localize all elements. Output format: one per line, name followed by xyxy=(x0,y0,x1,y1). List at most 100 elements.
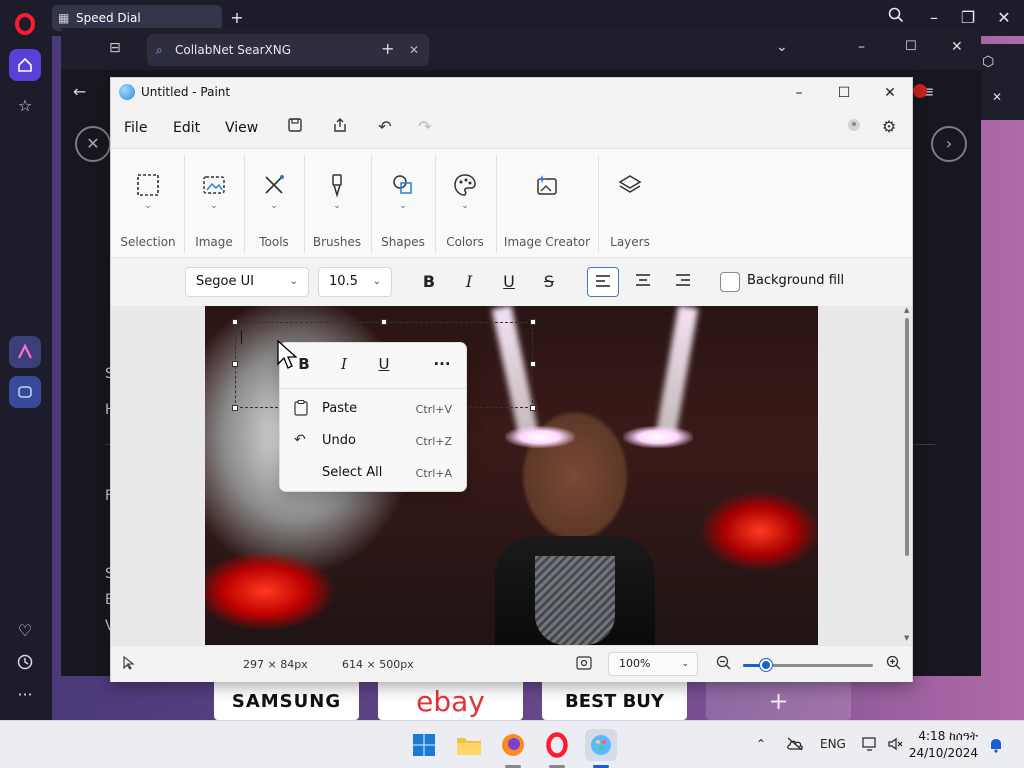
canvas-area[interactable]: ▲ ▼ xyxy=(111,306,912,645)
clock-date[interactable]: 24/10/2024 xyxy=(909,746,978,760)
dial-tile-samsung[interactable]: SAMSUNG xyxy=(214,682,359,720)
scroll-thumb[interactable] xyxy=(905,318,909,556)
clock-time[interactable]: 4:18 ከሰዓት xyxy=(918,729,978,744)
tab-archive-icon[interactable]: ⊟ xyxy=(109,40,121,56)
dial-tile-bestbuy[interactable]: BEST BUY xyxy=(542,682,687,720)
eye-glow xyxy=(505,426,575,448)
menu-edit[interactable]: Edit xyxy=(173,120,200,136)
context-italic-button[interactable]: I xyxy=(332,355,356,377)
dial-tile-ebay[interactable]: ebay xyxy=(378,682,523,720)
close-tab-icon[interactable]: ✕ xyxy=(409,34,419,66)
resize-handle[interactable] xyxy=(232,361,238,367)
history-icon[interactable] xyxy=(9,646,41,678)
onedrive-icon[interactable] xyxy=(786,737,804,754)
heart-icon[interactable]: ♡ xyxy=(9,614,41,646)
new-tab-icon[interactable]: + xyxy=(381,39,394,58)
menu-file[interactable]: File xyxy=(124,120,147,136)
volume-muted-icon[interactable] xyxy=(888,737,904,754)
page-next-icon[interactable]: › xyxy=(931,126,967,162)
context-more-button[interactable]: ··· xyxy=(430,355,454,377)
strikethrough-button[interactable]: S xyxy=(533,267,565,297)
resize-handle[interactable] xyxy=(232,319,238,325)
share-icon[interactable] xyxy=(328,117,352,139)
undo-icon[interactable]: ↶ xyxy=(373,117,397,139)
ribbon-image[interactable]: ⌄ Image xyxy=(185,149,243,259)
vertical-scrollbar[interactable]: ▲ ▼ xyxy=(904,306,910,642)
bold-button[interactable]: B xyxy=(413,267,445,297)
close-icon[interactable]: ✕ xyxy=(870,81,910,105)
network-icon[interactable] xyxy=(862,737,878,754)
notification-bell-icon[interactable] xyxy=(989,737,1003,756)
ribbon-shapes[interactable]: ⌄ Shapes xyxy=(372,149,434,259)
pointer-icon xyxy=(123,655,135,674)
zoom-in-icon[interactable] xyxy=(886,655,902,675)
aria-icon[interactable] xyxy=(9,336,41,368)
context-underline-button[interactable]: U xyxy=(372,355,396,377)
context-item-paste[interactable]: Paste Ctrl+V xyxy=(280,394,466,424)
new-tab-icon[interactable]: + xyxy=(225,6,249,30)
ribbon-selection[interactable]: ⌄ Selection xyxy=(115,149,181,259)
context-item-select-all[interactable]: Select All Ctrl+A xyxy=(280,458,466,488)
ribbon-brushes[interactable]: ⌄ Brushes xyxy=(305,149,369,259)
scroll-up-icon[interactable]: ▲ xyxy=(904,306,909,314)
opera-logo-icon[interactable] xyxy=(9,8,41,40)
align-center-button[interactable] xyxy=(627,267,659,297)
search-icon[interactable] xyxy=(884,6,908,30)
restore-icon[interactable]: ❐ xyxy=(956,6,980,30)
minimize-icon[interactable]: – xyxy=(922,6,946,30)
redo-icon[interactable]: ↷ xyxy=(413,117,437,139)
font-family-select[interactable]: Segoe UI ⌄ xyxy=(185,267,309,297)
zoom-select[interactable]: 100% ⌄ xyxy=(608,652,698,676)
ribbon-tools[interactable]: ⌄ Tools xyxy=(245,149,303,259)
fit-to-window-icon[interactable] xyxy=(576,656,592,674)
close-icon[interactable]: ✕ xyxy=(951,39,963,55)
firefox-icon[interactable] xyxy=(497,729,529,761)
resize-handle[interactable] xyxy=(232,405,238,411)
maximize-icon[interactable]: ☐ xyxy=(824,81,864,105)
tray-chevron-up-icon[interactable]: ⌃ xyxy=(756,737,766,751)
background-fill-checkbox[interactable] xyxy=(720,272,740,292)
context-item-undo[interactable]: ↶ Undo Ctrl+Z xyxy=(280,426,466,456)
file-explorer-icon[interactable] xyxy=(453,729,485,761)
ublock-icon[interactable] xyxy=(913,84,927,98)
font-size-select[interactable]: 10.5 ⌄ xyxy=(318,267,392,297)
page-close-icon[interactable]: ✕ xyxy=(75,126,111,162)
ribbon-colors[interactable]: ⌄ Colors xyxy=(436,149,494,259)
ribbon-image-creator[interactable]: Image Creator xyxy=(497,149,597,259)
minimize-icon[interactable]: – xyxy=(858,39,865,55)
scroll-down-icon[interactable]: ▼ xyxy=(904,634,909,642)
settings-gear-icon[interactable]: ⚙ xyxy=(877,117,901,139)
underline-button[interactable]: U xyxy=(493,267,525,297)
extensions-icon[interactable]: ⬡ xyxy=(982,54,994,70)
resize-handle[interactable] xyxy=(381,319,387,325)
zoom-slider[interactable] xyxy=(743,659,873,671)
back-arrow-icon[interactable]: ← xyxy=(73,82,86,101)
zoom-slider-knob[interactable] xyxy=(760,659,773,671)
align-right-button[interactable] xyxy=(667,267,699,297)
ribbon-layers[interactable]: Layers xyxy=(599,149,661,259)
resize-handle[interactable] xyxy=(530,319,536,325)
language-indicator[interactable]: ENG xyxy=(820,737,846,751)
opera-icon[interactable] xyxy=(541,729,573,761)
start-button[interactable] xyxy=(408,729,440,761)
dial-add-tile-icon[interactable]: + xyxy=(706,682,851,720)
messenger-icon[interactable] xyxy=(9,376,41,408)
more-icon[interactable]: ··· xyxy=(9,678,41,710)
close-icon[interactable]: ✕ xyxy=(992,6,1016,30)
selection-size: 297 × 84px xyxy=(243,658,308,671)
home-icon[interactable] xyxy=(9,49,41,81)
resize-handle[interactable] xyxy=(530,405,536,411)
account-icon[interactable] xyxy=(842,117,866,139)
paint-taskbar-icon[interactable] xyxy=(585,729,617,761)
close-panel-icon[interactable]: ✕ xyxy=(992,90,1002,104)
save-icon[interactable] xyxy=(283,117,307,139)
menu-view[interactable]: View xyxy=(225,120,258,136)
zoom-out-icon[interactable] xyxy=(716,655,732,675)
star-icon[interactable]: ☆ xyxy=(9,89,41,121)
tab-list-chevron-icon[interactable]: ⌄ xyxy=(776,39,788,55)
resize-handle[interactable] xyxy=(530,361,536,367)
minimize-icon[interactable]: – xyxy=(779,81,819,105)
maximize-icon[interactable]: ☐ xyxy=(905,39,917,54)
italic-button[interactable]: I xyxy=(453,267,485,297)
align-left-button[interactable] xyxy=(587,267,619,297)
